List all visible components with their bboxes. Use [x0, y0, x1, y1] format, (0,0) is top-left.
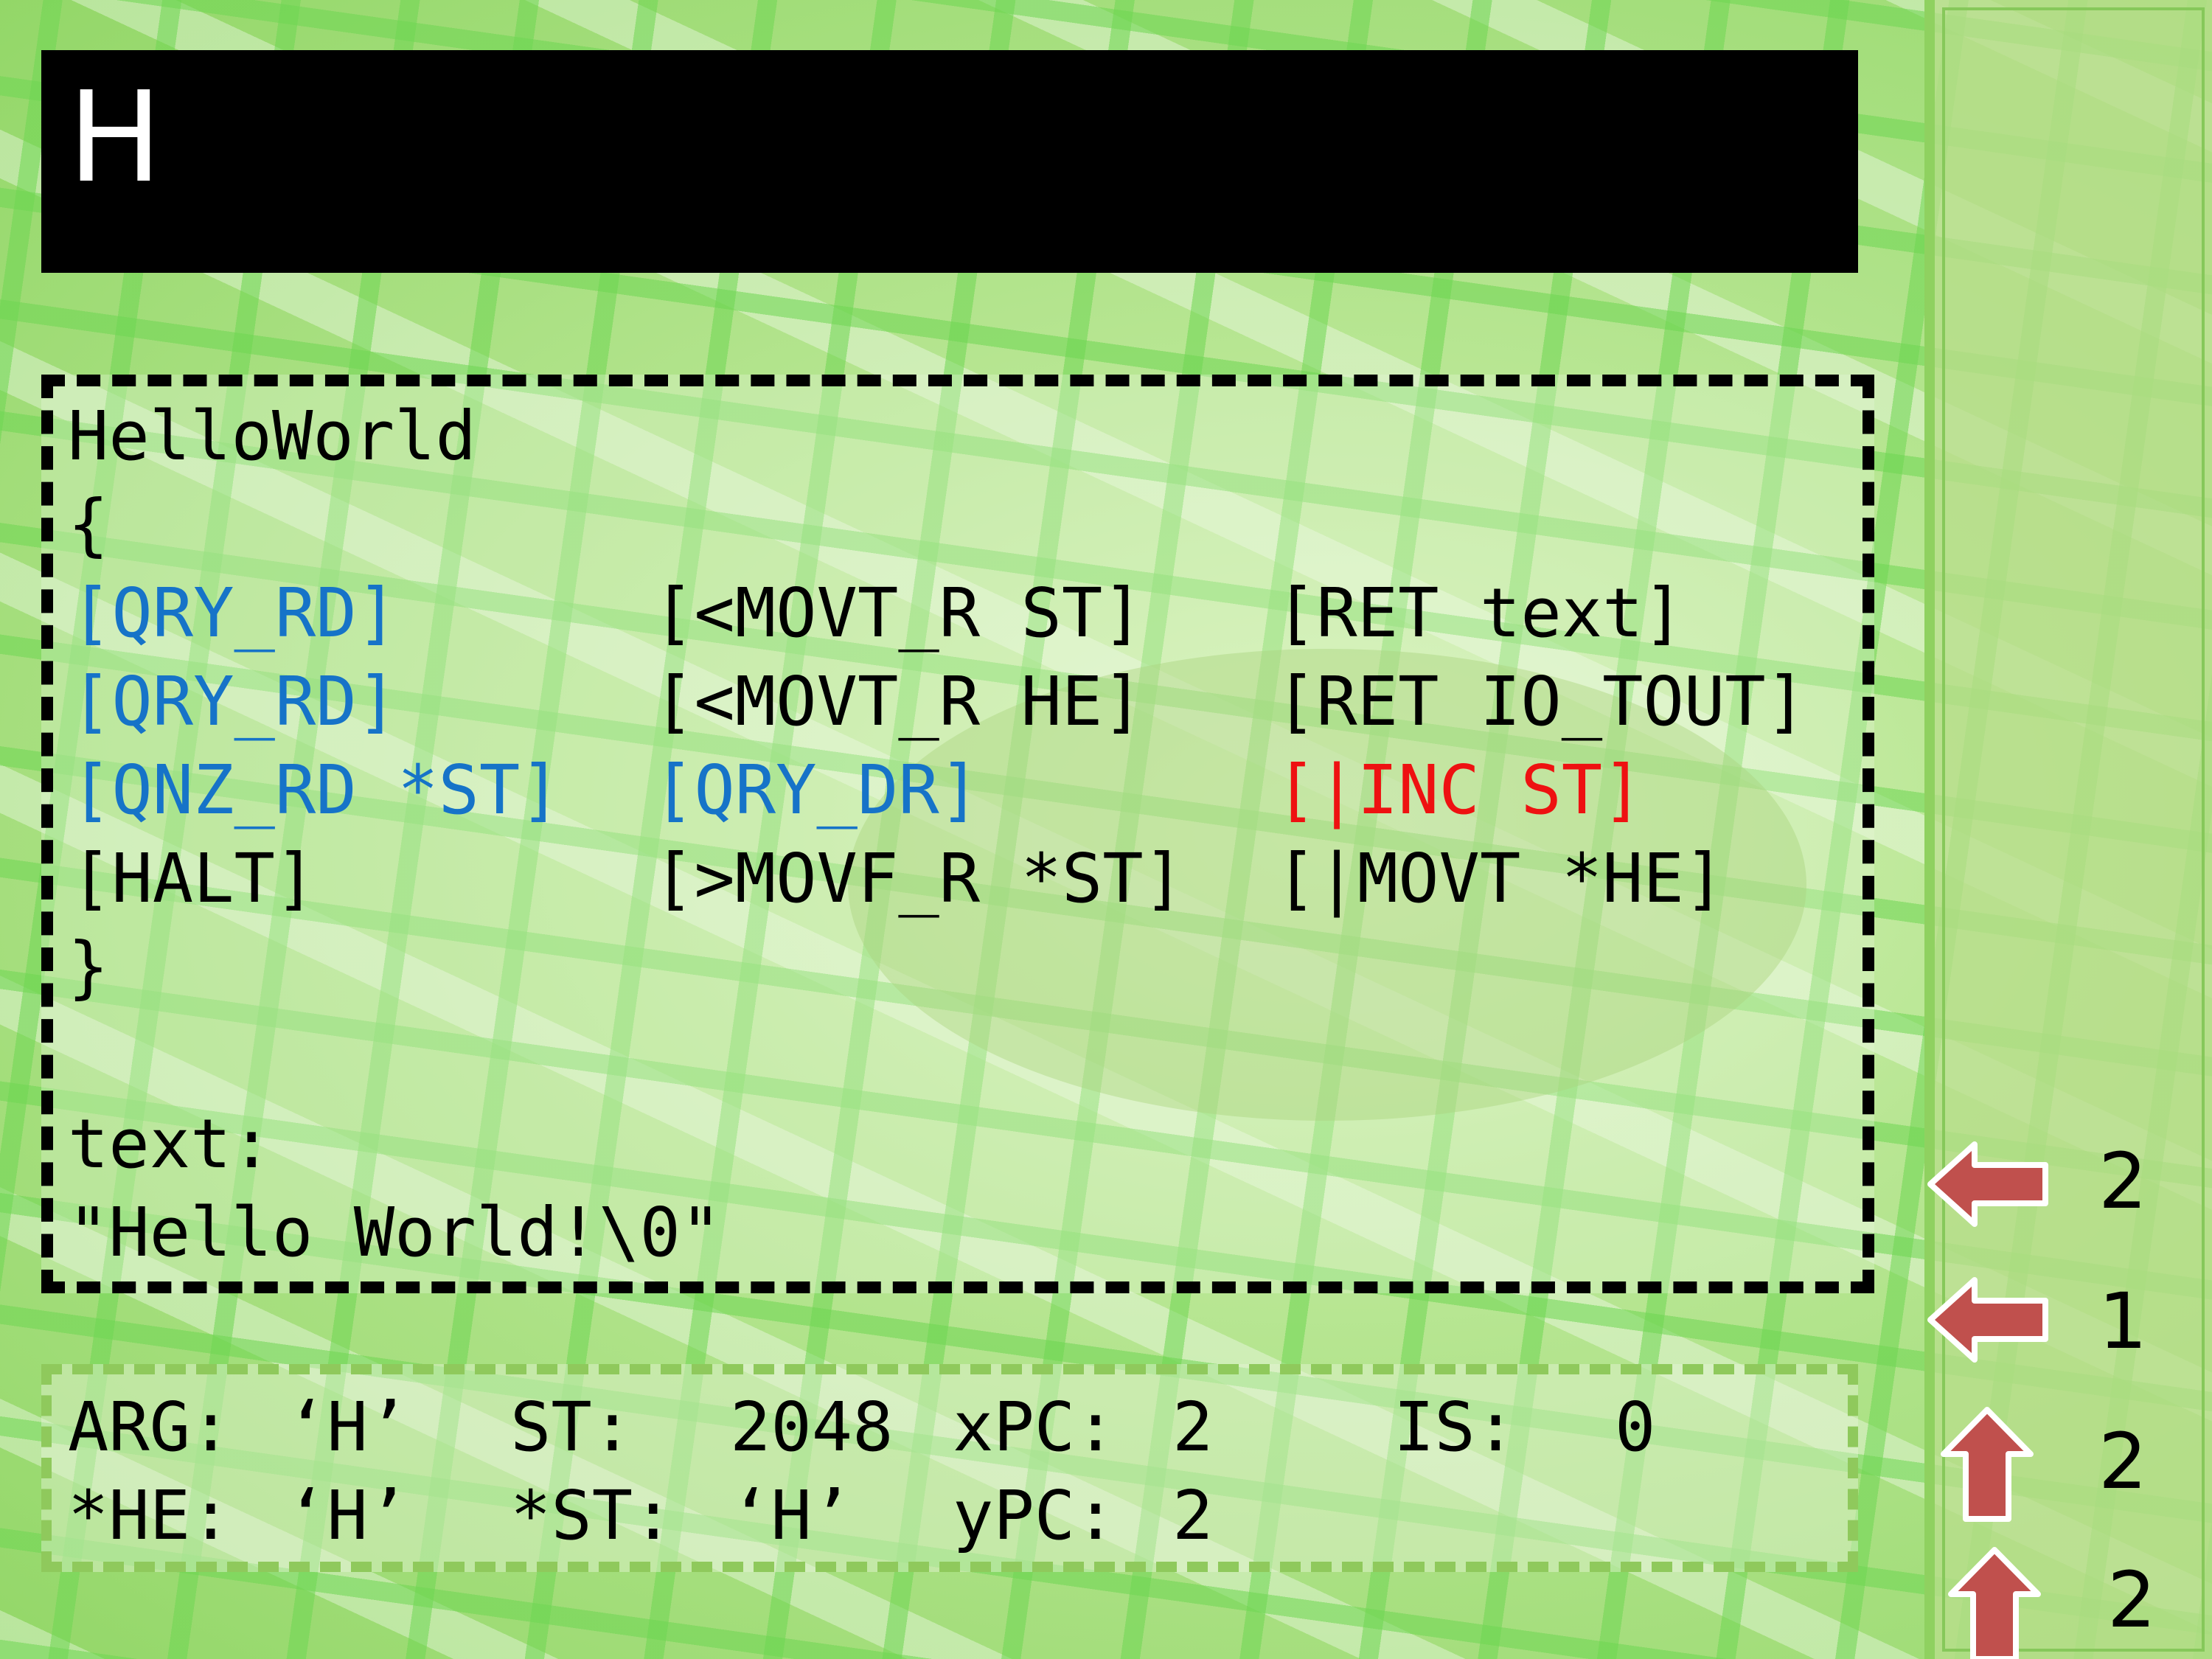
ypc-value: 2	[1172, 1476, 1214, 1555]
instruction-cell[interactable]: [<MOVT_R ST]	[653, 580, 1144, 647]
instruction-cell[interactable]: [RET IO_TOUT]	[1276, 668, 1806, 736]
title-bar: H	[41, 50, 1858, 273]
he-pointer-value: ‘H’	[286, 1476, 409, 1555]
arrow-count: 2	[2107, 1555, 2157, 1645]
instruction-cell[interactable]: [QNZ_RD *ST]	[71, 757, 561, 824]
instruction-cell[interactable]: [>MOVF_R *ST]	[653, 845, 1184, 913]
background: H HelloWorld { [QRY_RD] [<MOVT_R ST] [RE…	[0, 0, 2212, 1659]
instruction-cell[interactable]: [QRY_RD]	[71, 668, 397, 736]
instruction-cell[interactable]: [|MOVT *HE]	[1276, 845, 1725, 913]
instruction-cell[interactable]: [QRY_RD]	[71, 580, 397, 647]
page-title: H	[68, 65, 162, 211]
instruction-cell[interactable]: [<MOVT_R HE]	[653, 668, 1144, 736]
arg-label: ARG:	[68, 1388, 232, 1467]
left-arrow-icon[interactable]	[1926, 1140, 2050, 1228]
code-editor	[41, 375, 1874, 1293]
data-value: "Hello World!\0"	[68, 1193, 722, 1272]
st-pointer-value: ‘H’	[730, 1476, 853, 1555]
instruction-cell[interactable]: [RET text]	[1276, 580, 1684, 647]
xpc-label: xPC:	[953, 1388, 1116, 1467]
program-name: HelloWorld	[68, 397, 476, 476]
left-arrow-icon[interactable]	[1926, 1276, 2050, 1364]
data-label: text:	[68, 1105, 272, 1183]
instruction-cell[interactable]: [HALT]	[71, 845, 316, 913]
open-brace: {	[68, 485, 109, 564]
arg-value: ‘H’	[286, 1388, 409, 1467]
is-label: IS:	[1394, 1388, 1517, 1467]
up-arrow-icon[interactable]	[1939, 1405, 2035, 1523]
arrow-count: 1	[2098, 1276, 2148, 1366]
is-value: 0	[1615, 1388, 1656, 1467]
up-arrow-icon[interactable]	[1947, 1545, 2042, 1659]
instruction-cell[interactable]: [QRY_DR]	[653, 757, 980, 824]
close-brace: }	[68, 928, 109, 1006]
arrow-count: 2	[2098, 1136, 2148, 1226]
ypc-label: yPC:	[953, 1476, 1116, 1555]
he-pointer-label: *HE:	[68, 1476, 232, 1555]
current-instruction-cell[interactable]: [|INC ST]	[1276, 757, 1644, 824]
xpc-value: 2	[1172, 1388, 1214, 1467]
arrow-count: 2	[2098, 1416, 2148, 1506]
st-label: ST:	[510, 1388, 633, 1467]
st-pointer-label: *ST:	[510, 1476, 674, 1555]
st-value: 2048	[730, 1388, 894, 1467]
